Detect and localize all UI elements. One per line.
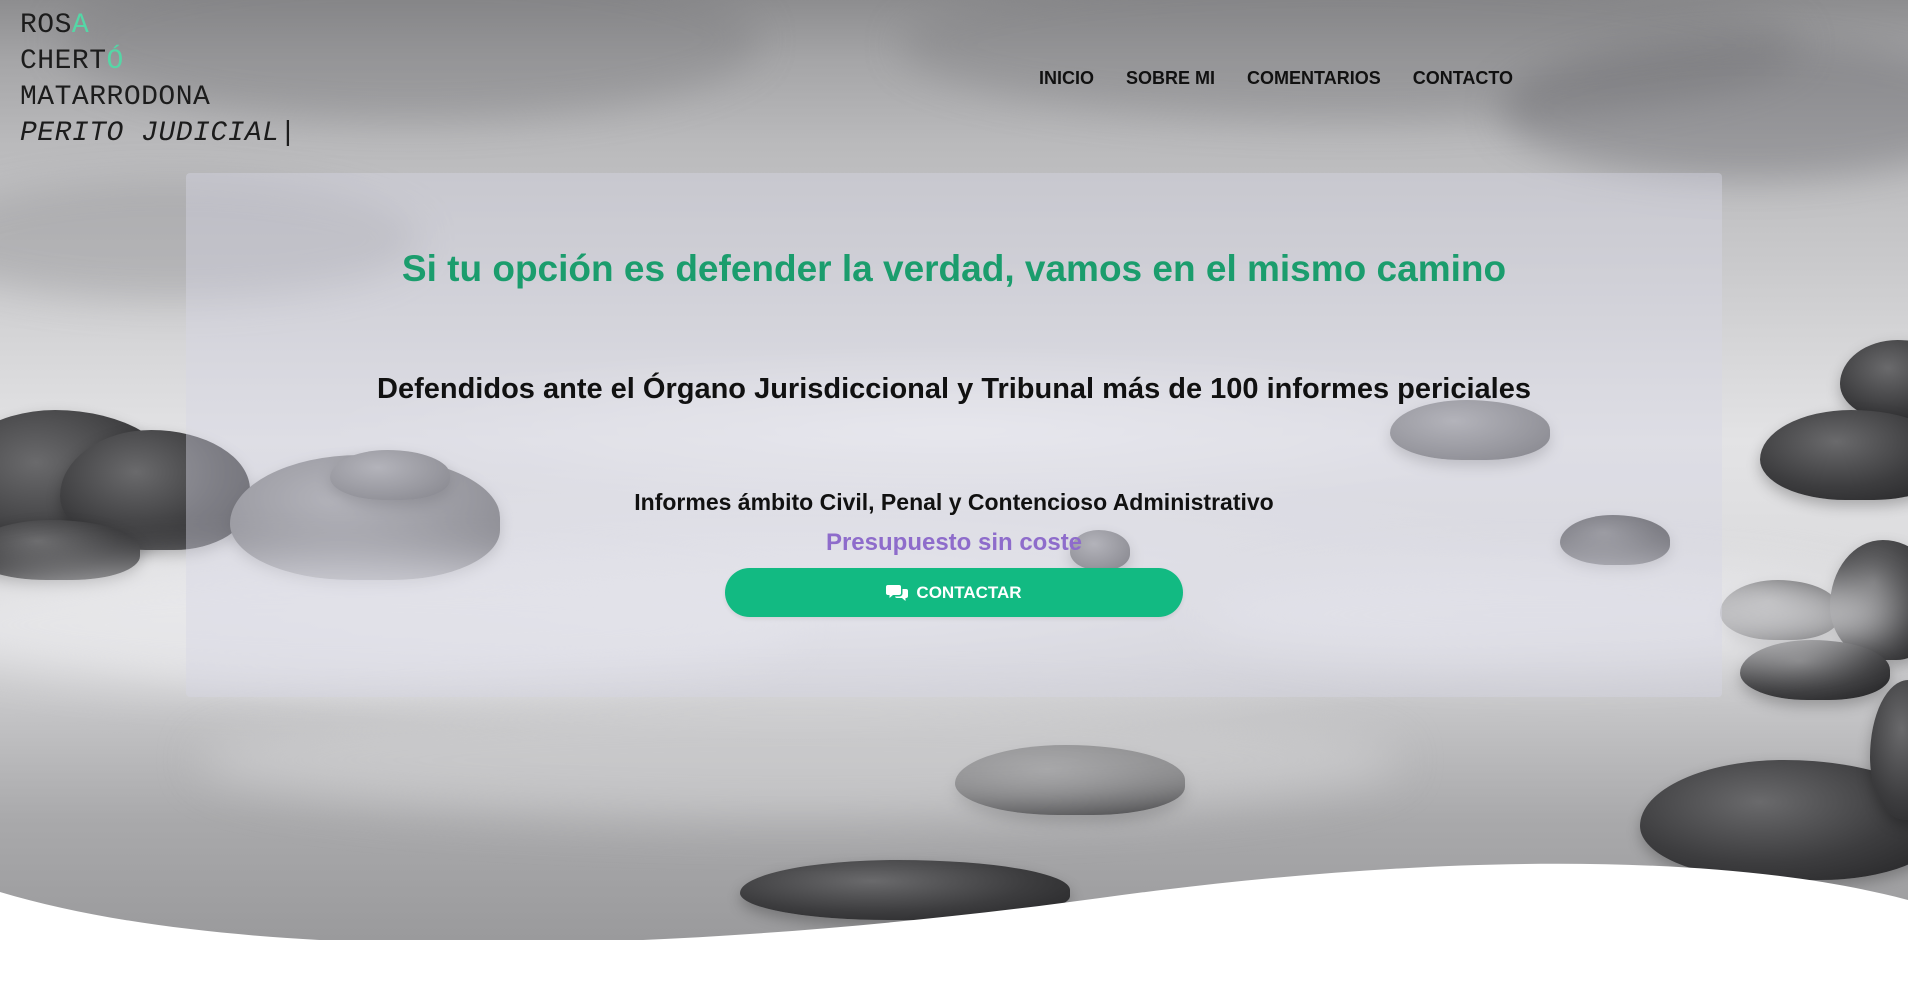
nav-item-contacto[interactable]: CONTACTO: [1413, 68, 1513, 89]
hero-headline: Si tu opción es defender la verdad, vamo…: [401, 248, 1507, 289]
hero-card: Si tu opción es defender la verdad, vamo…: [186, 173, 1722, 697]
main-nav: INICIO SOBRE MI COMENTARIOS CONTACTO: [1039, 68, 1513, 89]
contactar-button[interactable]: CONTACTAR: [725, 568, 1183, 617]
brand-line-2: CHERTÓ: [20, 46, 124, 77]
hero-budget-text: Presupuesto sin coste: [825, 529, 1083, 556]
chat-bubbles-icon: [886, 583, 909, 603]
contactar-button-label: CONTACTAR: [916, 582, 1022, 602]
typing-cursor: |: [279, 118, 297, 149]
nav-item-comentarios[interactable]: COMENTARIOS: [1247, 68, 1381, 89]
brand-tagline: PERITO JUDICIAL|: [20, 118, 297, 149]
brand-logo[interactable]: ROSA CHERTÓ MATARRODONA PERITO JUDICIAL|: [20, 8, 297, 152]
brand-line-1: ROSA: [20, 10, 90, 41]
nav-item-sobre-mi[interactable]: SOBRE MI: [1126, 68, 1215, 89]
brand-line-3: MATARRODONA: [20, 82, 211, 113]
page: ROSA CHERTÓ MATARRODONA PERITO JUDICIAL|…: [0, 0, 1908, 1006]
wave-divider: [0, 863, 1908, 1006]
hero-scope-text: Informes ámbito Civil, Penal y Contencio…: [634, 489, 1274, 515]
nav-item-inicio[interactable]: INICIO: [1039, 68, 1094, 89]
hero-subheadline: Defendidos ante el Órgano Jurisdiccional…: [377, 373, 1531, 405]
